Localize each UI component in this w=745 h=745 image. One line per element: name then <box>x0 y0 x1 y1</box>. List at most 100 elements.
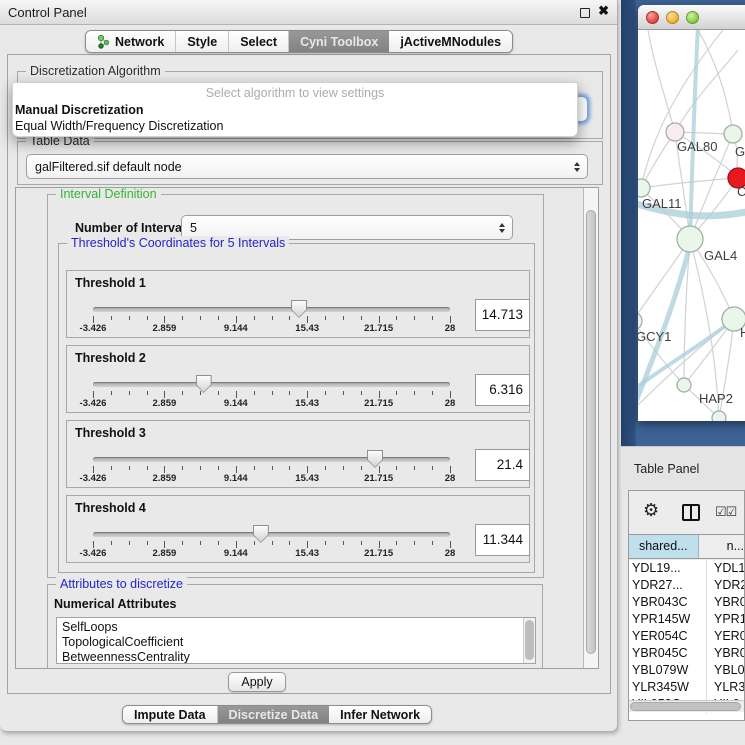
tab-style[interactable]: Style <box>176 31 229 52</box>
network-window-titlebar[interactable] <box>638 5 745 30</box>
slider-tick <box>450 391 451 398</box>
zoom-traffic-light-icon[interactable] <box>686 11 699 24</box>
list-item[interactable]: TopologicalCoefficient <box>57 635 535 650</box>
slider-tick-label: 15.43 <box>295 323 319 334</box>
threshold-3-slider[interactable]: -3.4262.8599.14415.4321.71528 <box>67 421 529 487</box>
list-scrollbar[interactable] <box>523 618 535 663</box>
dropdown-option-manual-discretization[interactable]: Manual Discretization <box>13 102 577 118</box>
network-window[interactable]: GAL80GAL11GAL4GCY1HHAP2GAC <box>638 5 745 421</box>
network-canvas[interactable]: GAL80GAL11GAL4GCY1HHAP2GAC <box>638 30 745 421</box>
tab-cyni-toolbox[interactable]: Cyni Toolbox <box>289 31 389 52</box>
close-icon[interactable]: ✖ <box>598 3 609 19</box>
tab-discretize-data[interactable]: Discretize Data <box>218 706 330 723</box>
network-node-GCY1[interactable] <box>638 312 642 330</box>
dropdown-option-equal-width-frequency[interactable]: Equal Width/Frequency Discretization <box>13 118 577 134</box>
table-cell[interactable]: YPR145W <box>629 611 707 628</box>
tab-label: Cyni Toolbox <box>300 35 378 49</box>
network-node-GAL11[interactable] <box>638 179 650 197</box>
network-node-HAP2[interactable] <box>677 378 691 392</box>
column-header-shared-name[interactable]: shared... <box>629 535 699 558</box>
numerical-attributes-list[interactable]: SelfLoops TopologicalCoefficient Between… <box>56 617 536 664</box>
slider-tick-label: 21.715 <box>364 323 393 334</box>
gear-icon[interactable]: ⚙ <box>643 500 659 521</box>
table-cell[interactable]: YDR2 <box>707 577 744 594</box>
table-row[interactable]: YDR27...YDR2 <box>629 577 744 594</box>
tab-select[interactable]: Select <box>229 31 289 52</box>
table-cell[interactable]: YER054C <box>629 628 707 645</box>
table-cell[interactable]: YLR3 <box>707 679 744 696</box>
tab-impute-data[interactable]: Impute Data <box>123 706 218 723</box>
network-edge <box>675 50 738 132</box>
column-header-name[interactable]: n... <box>699 535 744 558</box>
list-item[interactable]: BetweennessCentrality <box>57 650 535 664</box>
numerical-attributes-label: Numerical Attributes <box>54 597 176 611</box>
control-panel-titlebar[interactable]: Control Panel ✖ <box>0 0 617 25</box>
slider-track[interactable] <box>93 457 450 462</box>
table-cell[interactable]: YDL1 <box>707 560 744 577</box>
table-cell[interactable]: YBR043C <box>629 594 707 611</box>
threshold-2-value[interactable]: 6.316 <box>475 374 530 406</box>
table-row[interactable]: YBR045CYBR0 <box>629 645 744 662</box>
slider-thumb[interactable] <box>196 375 212 393</box>
slider-thumb[interactable] <box>253 525 269 543</box>
tab-infer-network[interactable]: Infer Network <box>329 706 431 723</box>
threshold-4-slider[interactable]: -3.4262.8599.14415.4321.71528 <box>67 496 529 562</box>
table-cell[interactable]: YBL079W <box>629 662 707 679</box>
table-hscrollbar-thumb[interactable] <box>630 702 741 711</box>
slider-track[interactable] <box>93 382 450 387</box>
slider-track[interactable] <box>93 532 450 537</box>
table-cell[interactable]: YBL0 <box>707 662 744 679</box>
settings-scrollbar[interactable] <box>583 188 598 668</box>
slider-tick <box>343 316 344 320</box>
threshold-1-slider[interactable]: -3.4262.8599.14415.4321.71528 <box>67 271 529 337</box>
threshold-2-slider[interactable]: -3.4262.8599.14415.4321.71528 <box>67 346 529 412</box>
table-row[interactable]: YER054CYER0 <box>629 628 744 645</box>
slider-thumb[interactable] <box>291 300 307 318</box>
list-scrollbar-thumb[interactable] <box>525 620 534 660</box>
table-data-combo[interactable]: galFiltered.sif default node <box>26 154 588 179</box>
network-icon <box>97 35 110 49</box>
table-row[interactable]: YBR043CYBR0 <box>629 594 744 611</box>
threshold-3-value[interactable]: 21.4 <box>475 449 530 481</box>
slider-tick <box>379 541 380 548</box>
table-cell[interactable]: YER0 <box>707 628 744 645</box>
table-cell[interactable]: YPR1 <box>707 611 744 628</box>
table-row[interactable]: YLR345WYLR3 <box>629 679 744 696</box>
table-hscrollbar[interactable] <box>629 700 744 712</box>
tab-jactivemnodules[interactable]: jActiveMNodules <box>389 31 512 52</box>
table-cell[interactable]: YLR345W <box>629 679 707 696</box>
slider-tick <box>325 466 326 470</box>
close-traffic-light-icon[interactable] <box>646 11 659 24</box>
thresholds-group: Threshold's Coordinates for 5 Intervals … <box>58 243 535 573</box>
minimize-traffic-light-icon[interactable] <box>666 11 679 24</box>
table-row[interactable]: YBL079WYBL0 <box>629 662 744 679</box>
threshold-1-value[interactable]: 14.713 <box>475 299 530 331</box>
list-item[interactable]: SelfLoops <box>57 620 535 635</box>
slider-thumb[interactable] <box>367 450 383 468</box>
interval-definition-group: Interval Definition Number of Intervals … <box>47 194 544 578</box>
table-row[interactable]: YDL19...YDL1 <box>629 560 744 577</box>
tab-network[interactable]: Network <box>86 31 176 52</box>
network-node[interactable] <box>724 125 742 143</box>
table-cell[interactable]: YDR27... <box>629 577 707 594</box>
table-cell[interactable]: YBR045C <box>629 645 707 662</box>
select-columns-checkboxes-icon[interactable]: ☑☑ <box>715 504 736 520</box>
slider-tick <box>396 541 397 545</box>
network-node[interactable] <box>712 411 726 421</box>
combo-arrows-icon <box>499 223 505 233</box>
threshold-4-value[interactable]: 11.344 <box>475 524 530 556</box>
columns-icon[interactable] <box>682 504 700 521</box>
slider-tick <box>307 391 308 398</box>
table-cell[interactable]: YBR0 <box>707 594 744 611</box>
slider-track[interactable] <box>93 307 450 312</box>
table-cell[interactable]: YDL19... <box>629 560 707 577</box>
settings-scrollbar-thumb[interactable] <box>586 210 596 654</box>
slider-tick-label: 9.144 <box>224 473 248 484</box>
slider-tick-label: 9.144 <box>224 398 248 409</box>
table-cell[interactable]: YBR0 <box>707 645 744 662</box>
float-window-icon[interactable] <box>580 8 590 18</box>
table-row[interactable]: YPR145WYPR1 <box>629 611 744 628</box>
slider-tick <box>164 316 165 323</box>
network-node-GAL4[interactable] <box>677 226 703 252</box>
apply-button[interactable]: Apply <box>228 672 286 692</box>
